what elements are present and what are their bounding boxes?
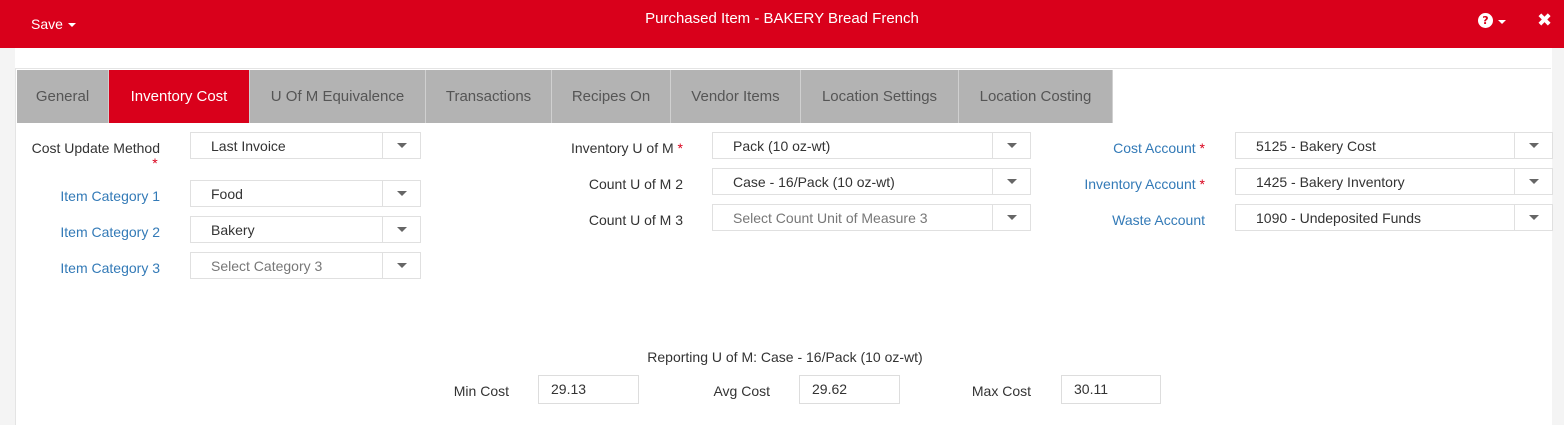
tab-transactions[interactable]: Transactions — [426, 70, 552, 123]
max-cost-label: Max Cost — [971, 383, 1031, 399]
inventory-account-value: 1425 - Bakery Inventory — [1256, 174, 1405, 190]
item-category-1-value: Food — [211, 186, 243, 202]
count-uom-2-select[interactable]: Case - 16/Pack (10 oz-wt) — [712, 168, 1031, 195]
required-asterisk: * — [677, 140, 683, 156]
inventory-uom-text: Inventory U of M — [570, 140, 674, 156]
dropdown-arrow-icon[interactable] — [1514, 169, 1552, 194]
inventory-account-select[interactable]: 1425 - Bakery Inventory — [1235, 168, 1553, 195]
count-uom-2-value: Case - 16/Pack (10 oz-wt) — [733, 174, 895, 190]
count-uom-3-placeholder: Select Count Unit of Measure 3 — [733, 210, 928, 226]
dropdown-arrow-icon[interactable] — [992, 205, 1030, 230]
page-title: Purchased Item - BAKERY Bread French — [645, 10, 919, 27]
tab-inventory-cost[interactable]: Inventory Cost — [109, 70, 250, 123]
cost-update-method-label: Cost Update Method — [20, 140, 160, 156]
item-category-2-value: Bakery — [211, 222, 255, 238]
min-cost-label: Min Cost — [453, 383, 509, 399]
cost-account-select[interactable]: 5125 - Bakery Cost — [1235, 132, 1553, 159]
inventory-uom-label: Inventory U of M * — [480, 140, 683, 156]
min-cost-field[interactable]: 29.13 — [538, 375, 639, 404]
dropdown-arrow-icon[interactable] — [1514, 133, 1552, 158]
cost-account-value: 5125 - Bakery Cost — [1256, 138, 1376, 154]
left-gutter — [0, 48, 15, 425]
help-icon: ? — [1478, 13, 1493, 28]
dropdown-arrow-icon[interactable] — [382, 181, 420, 206]
tab-vendor-items[interactable]: Vendor Items — [671, 70, 801, 123]
help-menu-button[interactable]: ? — [1478, 13, 1506, 28]
inventory-uom-value: Pack (10 oz-wt) — [733, 138, 831, 154]
item-category-3-placeholder: Select Category 3 — [211, 258, 323, 274]
waste-account-select[interactable]: 1090 - Undeposited Funds — [1235, 204, 1553, 231]
required-marker: * — [150, 155, 160, 171]
inventory-account-text: Inventory Account — [1084, 176, 1196, 192]
cost-account-label[interactable]: Cost Account * — [1040, 140, 1205, 156]
count-uom-3-select[interactable]: Select Count Unit of Measure 3 — [712, 204, 1031, 231]
item-category-2-select[interactable]: Bakery — [190, 216, 421, 243]
max-cost-field[interactable]: 30.11 — [1061, 375, 1161, 404]
close-icon[interactable]: ✖ — [1537, 10, 1552, 31]
waste-account-label[interactable]: Waste Account — [1040, 212, 1205, 228]
dropdown-arrow-icon[interactable] — [382, 217, 420, 242]
tab-general[interactable]: General — [17, 70, 109, 123]
count-uom-3-label: Count U of M 3 — [588, 212, 683, 228]
tab-uom-equivalence[interactable]: U Of M Equivalence — [250, 70, 426, 123]
cost-update-method-value: Last Invoice — [211, 138, 286, 154]
item-category-3-label[interactable]: Item Category 3 — [20, 260, 160, 276]
item-category-3-select[interactable]: Select Category 3 — [190, 252, 421, 279]
waste-account-value: 1090 - Undeposited Funds — [1256, 210, 1421, 226]
item-category-1-label[interactable]: Item Category 1 — [20, 188, 160, 204]
required-asterisk: * — [1199, 140, 1205, 156]
reporting-uom-text: Reporting U of M: Case - 16/Pack (10 oz-… — [647, 349, 923, 365]
count-uom-2-label: Count U of M 2 — [588, 176, 683, 192]
inventory-account-label[interactable]: Inventory Account * — [1040, 176, 1205, 192]
caret-down-icon — [1498, 19, 1506, 24]
avg-cost-label: Avg Cost — [713, 383, 770, 399]
tab-recipes-on[interactable]: Recipes On — [552, 70, 671, 123]
item-category-2-label[interactable]: Item Category 2 — [20, 224, 160, 240]
cost-account-text: Cost Account — [1113, 140, 1196, 156]
item-category-1-select[interactable]: Food — [190, 180, 421, 207]
top-bar: Save Purchased Item - BAKERY Bread Frenc… — [0, 0, 1564, 48]
tab-location-settings[interactable]: Location Settings — [801, 70, 959, 123]
required-asterisk: * — [152, 155, 158, 171]
dropdown-arrow-icon[interactable] — [382, 133, 420, 158]
dropdown-arrow-icon[interactable] — [992, 169, 1030, 194]
tab-location-costing[interactable]: Location Costing — [959, 70, 1113, 123]
right-gutter — [1552, 48, 1564, 425]
cost-update-method-text: Cost Update Method — [31, 140, 160, 156]
avg-cost-field[interactable]: 29.62 — [799, 375, 900, 404]
dropdown-arrow-icon[interactable] — [1514, 205, 1552, 230]
dropdown-arrow-icon[interactable] — [382, 253, 420, 278]
cost-update-method-select[interactable]: Last Invoice — [190, 132, 421, 159]
inventory-uom-select[interactable]: Pack (10 oz-wt) — [712, 132, 1031, 159]
tab-bar: General Inventory Cost U Of M Equivalenc… — [17, 70, 1113, 123]
required-asterisk: * — [1199, 176, 1205, 192]
dropdown-arrow-icon[interactable] — [992, 133, 1030, 158]
